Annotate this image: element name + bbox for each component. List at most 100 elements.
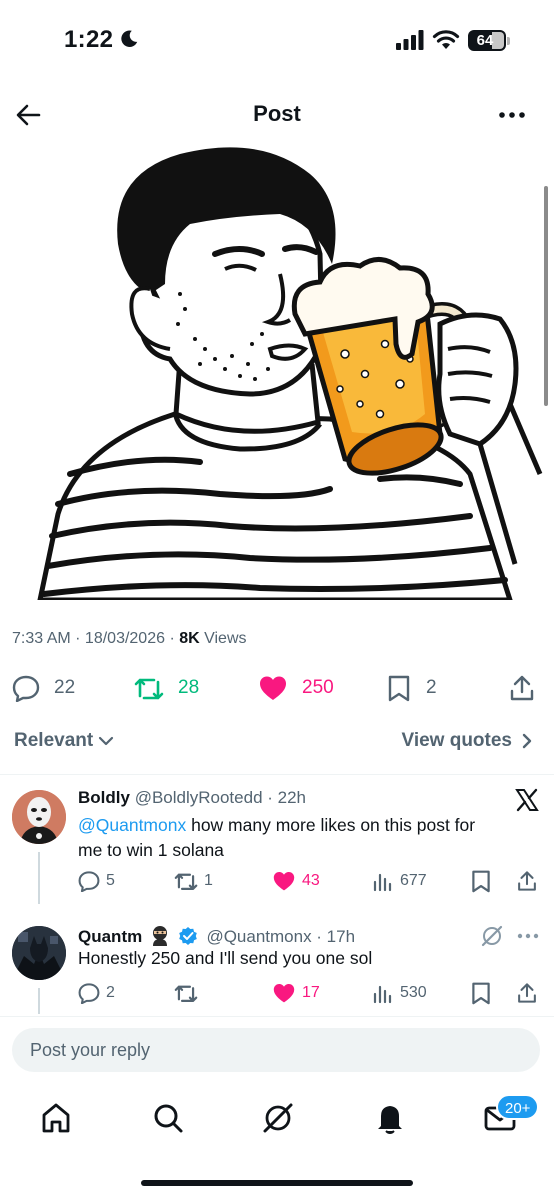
bookmark-icon [388, 675, 410, 702]
wifi-icon [432, 30, 460, 49]
page-title: Post [253, 101, 301, 126]
post-header: Post [0, 88, 554, 140]
x-logo-icon [515, 788, 539, 812]
like-count: 43 [302, 872, 320, 889]
beer-drinker-illustration [37, 147, 543, 600]
reply-count: 5 [106, 872, 115, 889]
repost-count: 28 [178, 677, 200, 698]
search-icon[interactable] [150, 1100, 186, 1136]
verified-badge-icon [178, 927, 197, 945]
reply-text: @Quantmonx how many more likes on this p… [78, 813, 498, 863]
reply-icon [78, 871, 100, 892]
more-options-icon[interactable] [516, 932, 540, 940]
repost-icon [174, 873, 198, 890]
repost-icon [134, 678, 164, 700]
notifications-icon[interactable] [372, 1100, 408, 1136]
relevant-label: Relevant [14, 730, 94, 751]
cellular-signal-icon [396, 30, 424, 50]
battery-level: 64 [476, 32, 494, 49]
reply-icon [78, 983, 100, 1004]
home-indicator[interactable] [141, 1180, 413, 1186]
reply-icon [12, 675, 40, 702]
share-icon[interactable] [516, 869, 538, 893]
reply-composer[interactable] [12, 1028, 540, 1072]
heart-filled-icon [273, 983, 295, 1003]
heart-filled-icon [273, 871, 295, 891]
reply-header: Quantm @Quantmonx · 17h [78, 924, 355, 947]
repost-button[interactable] [174, 978, 204, 1008]
ninja-emoji-icon [152, 926, 167, 946]
messages-badge: 20+ [496, 1094, 540, 1120]
views-button[interactable]: 677 [372, 866, 427, 896]
heart-filled-icon [260, 676, 286, 700]
views-chart-icon [373, 873, 392, 892]
views-count: 8K [179, 630, 200, 647]
repost-button[interactable]: 1 [174, 866, 213, 896]
reply-actions: 5 1 43 677 [0, 866, 554, 896]
repost-button[interactable]: 28 [134, 668, 199, 708]
share-icon [510, 675, 534, 701]
home-icon[interactable] [38, 1100, 74, 1136]
like-button[interactable]: 17 [272, 978, 320, 1008]
like-button[interactable]: 250 [258, 668, 334, 708]
reply-time: · 17h [311, 927, 356, 946]
reply-time: · 22h [262, 788, 307, 807]
reply-author-name[interactable]: Boldly [78, 788, 130, 807]
view-quotes-link[interactable]: View quotes [401, 730, 536, 752]
post-timestamp: 7:33 AM · 18/03/2026 · [12, 630, 180, 647]
divider [0, 1016, 554, 1017]
grok-icon[interactable] [480, 924, 504, 948]
reply-author-handle[interactable]: @BoldlyRootedd [135, 788, 263, 807]
reply-header: Boldly @BoldlyRootedd · 22h [78, 788, 306, 808]
like-count: 250 [302, 677, 334, 698]
post-image[interactable] [0, 144, 554, 600]
repost-count: 1 [204, 872, 213, 889]
reply-count: 2 [106, 984, 115, 1001]
reply-button[interactable]: 2 [78, 978, 115, 1008]
share-button[interactable] [508, 668, 550, 708]
reply-button[interactable]: 5 [78, 866, 115, 896]
view-quotes-label: View quotes [401, 730, 512, 751]
views-count: 530 [400, 984, 427, 1001]
avatar[interactable] [12, 790, 66, 844]
reply-count: 22 [54, 677, 76, 698]
bookmark-count: 2 [426, 677, 437, 698]
views-chart-icon [373, 985, 392, 1004]
reply-text: Honestly 250 and I'll send you one sol [78, 946, 498, 971]
like-button[interactable]: 43 [272, 866, 320, 896]
reply-author-handle[interactable]: @Quantmonx [206, 927, 311, 946]
repost-icon [174, 985, 198, 1002]
chevron-right-icon [522, 733, 532, 749]
scrollbar[interactable] [544, 186, 548, 406]
reply-item[interactable]: Boldly @BoldlyRootedd · 22h @Quantmonx h… [0, 786, 554, 904]
bookmark-button[interactable]: 2 [386, 668, 437, 708]
reply-sort-row: Relevant View quotes [0, 726, 554, 758]
more-options-icon[interactable] [498, 110, 526, 120]
share-icon[interactable] [516, 981, 538, 1005]
divider [0, 774, 554, 775]
moon-icon [121, 30, 138, 47]
bottom-navigation [0, 1090, 554, 1150]
views-button[interactable]: 530 [372, 978, 427, 1008]
reply-author-name[interactable]: Quantm [78, 927, 142, 946]
post-meta: 7:33 AM · 18/03/2026 · 8K Views [12, 630, 247, 648]
status-bar: 1:22 64 [0, 0, 554, 80]
like-count: 17 [302, 984, 320, 1001]
reply-input[interactable] [30, 1028, 520, 1072]
reply-item[interactable]: Quantm @Quantmonx · 17h Honestly 250 and… [0, 922, 554, 1014]
reply-actions: 2 17 530 [0, 978, 554, 1008]
bookmark-icon[interactable] [470, 981, 492, 1005]
chevron-down-icon [99, 736, 114, 746]
reply-mention[interactable]: @Quantmonx [78, 815, 186, 835]
post-actions: 22 28 250 2 [0, 668, 554, 708]
relevant-sort-dropdown[interactable]: Relevant [14, 730, 115, 752]
grok-icon[interactable] [260, 1100, 296, 1136]
avatar[interactable] [12, 926, 66, 980]
status-time: 1:22 [64, 26, 114, 53]
views-label: Views [199, 630, 247, 647]
reply-button[interactable]: 22 [12, 668, 75, 708]
battery-tip [507, 37, 510, 45]
bookmark-icon[interactable] [470, 869, 492, 893]
battery-indicator: 64 [468, 30, 506, 51]
views-count: 677 [400, 872, 427, 889]
